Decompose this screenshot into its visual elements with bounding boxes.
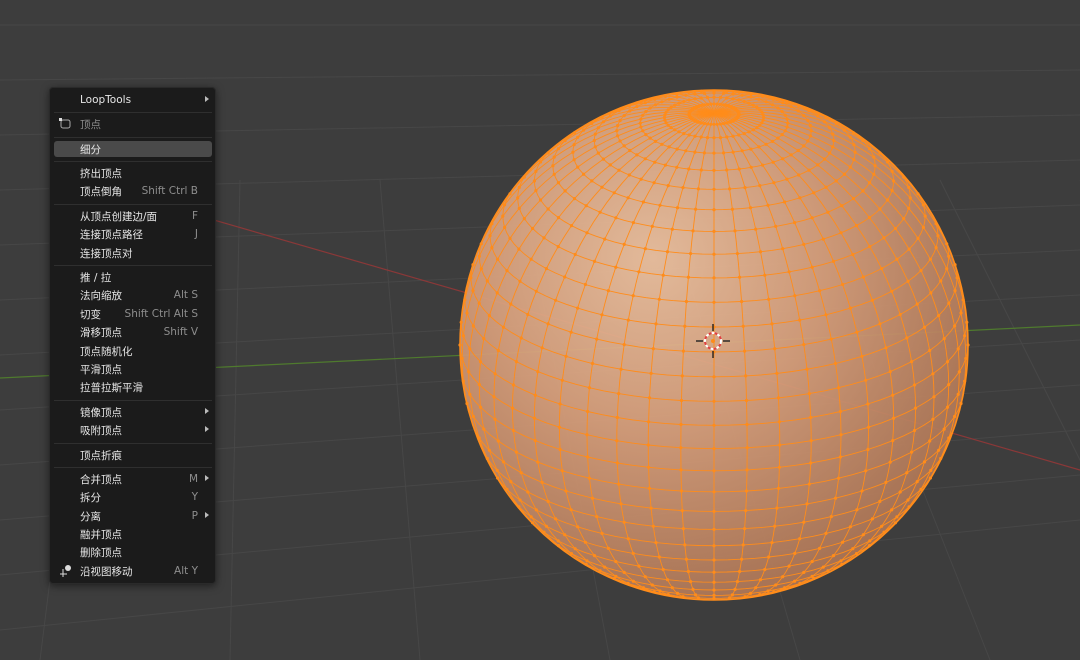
menu-item[interactable]: 顶点随机化 bbox=[54, 343, 212, 359]
menu-item[interactable]: 拉普拉斯平滑 bbox=[54, 379, 212, 395]
menu-item[interactable]: 顶点折痕 bbox=[54, 447, 212, 463]
menu-item-label: 分离 bbox=[80, 510, 101, 523]
menu-item[interactable]: 细分 bbox=[54, 141, 212, 157]
menu-item[interactable]: 法向缩放 Alt S bbox=[54, 287, 212, 303]
slide-view-icon bbox=[60, 565, 71, 577]
menu-item-shortcut: Shift Ctrl Alt S bbox=[124, 308, 198, 320]
menu-separator bbox=[54, 400, 212, 401]
menu-item-label: 切变 bbox=[80, 308, 101, 321]
menu-item[interactable]: 从顶点创建边/面 F bbox=[54, 208, 212, 224]
menu-header-vertex: 顶点 bbox=[54, 116, 212, 132]
menu-item-shortcut: F bbox=[191, 210, 198, 222]
menu-item-shortcut: J bbox=[194, 228, 198, 240]
menu-item-label: 合并顶点 bbox=[80, 473, 122, 486]
menu-item[interactable]: 连接顶点对 bbox=[54, 245, 212, 261]
submenu-arrow-icon bbox=[205, 475, 209, 481]
menu-item[interactable]: 镜像顶点 bbox=[54, 404, 212, 420]
uv-sphere-mesh[interactable] bbox=[458, 89, 970, 601]
menu-item-label: 从顶点创建边/面 bbox=[80, 210, 158, 223]
menu-separator bbox=[54, 137, 212, 138]
menu-item-label: 顶点随机化 bbox=[80, 345, 133, 358]
menu-item[interactable]: 平滑顶点 bbox=[54, 361, 212, 377]
menu-item-label: 删除顶点 bbox=[80, 546, 122, 559]
menu-item-shortcut: Alt S bbox=[173, 289, 198, 301]
menu-item-shortcut: P bbox=[191, 510, 198, 522]
menu-separator bbox=[54, 467, 212, 468]
menu-item-shortcut: Shift V bbox=[163, 326, 198, 338]
menu-item[interactable]: 滑移顶点 Shift V bbox=[54, 324, 212, 340]
menu-item[interactable]: 顶点倒角 Shift Ctrl B bbox=[54, 183, 212, 199]
menu-separator bbox=[54, 443, 212, 444]
menu-item[interactable]: 沿视图移动 Alt Y bbox=[54, 563, 212, 579]
menu-item-label: 顶点倒角 bbox=[80, 185, 122, 198]
menu-item[interactable]: 推 / 拉 bbox=[54, 269, 212, 285]
menu-item-label: 推 / 拉 bbox=[80, 271, 112, 284]
menu-item-label: 顶点 bbox=[80, 118, 101, 131]
submenu-arrow-icon bbox=[205, 408, 209, 414]
menu-item-label: 法向缩放 bbox=[80, 289, 122, 302]
menu-item-label: 拉普拉斯平滑 bbox=[80, 381, 143, 394]
menu-item-label: 挤出顶点 bbox=[80, 167, 122, 180]
menu-item[interactable]: 合并顶点 M bbox=[54, 471, 212, 487]
menu-item-label: 吸附顶点 bbox=[80, 424, 122, 437]
vertex-context-menu: LoopTools 顶点细分挤出顶点顶点倒角 Shift Ctrl B 从顶点创建边/… bbox=[49, 87, 216, 584]
submenu-arrow-icon bbox=[205, 426, 209, 432]
menu-item[interactable]: 融并顶点 bbox=[54, 526, 212, 542]
menu-item-label: 连接顶点对 bbox=[80, 247, 133, 260]
menu-item-label: 滑移顶点 bbox=[80, 326, 122, 339]
menu-separator bbox=[54, 161, 212, 162]
menu-item[interactable]: 拆分 Y bbox=[54, 489, 212, 505]
menu-item[interactable]: 挤出顶点 bbox=[54, 165, 212, 181]
menu-item-shortcut: Alt Y bbox=[174, 565, 198, 577]
menu-item[interactable]: 删除顶点 bbox=[54, 544, 212, 560]
menu-item-shortcut: Y bbox=[191, 491, 198, 503]
menu-item-label: 镜像顶点 bbox=[80, 406, 122, 419]
menu-item-label: 沿视图移动 bbox=[80, 565, 133, 578]
menu-item-label: 连接顶点路径 bbox=[80, 228, 143, 241]
submenu-arrow-icon bbox=[205, 96, 209, 102]
menu-separator bbox=[54, 112, 212, 113]
menu-item-label: LoopTools bbox=[80, 94, 132, 106]
menu-item-label: 拆分 bbox=[80, 491, 101, 504]
menu-item[interactable]: LoopTools bbox=[54, 92, 212, 108]
menu-item-label: 细分 bbox=[80, 143, 101, 156]
menu-item-shortcut: Shift Ctrl B bbox=[141, 185, 198, 197]
menu-item[interactable]: 连接顶点路径 J bbox=[54, 226, 212, 242]
submenu-arrow-icon bbox=[205, 512, 209, 518]
menu-item-label: 平滑顶点 bbox=[80, 363, 122, 376]
menu-separator bbox=[54, 204, 212, 205]
menu-item-label: 融并顶点 bbox=[80, 528, 122, 541]
vertex-select-icon bbox=[59, 118, 71, 129]
menu-item[interactable]: 切变 Shift Ctrl Alt S bbox=[54, 306, 212, 322]
menu-item[interactable]: 吸附顶点 bbox=[54, 422, 212, 438]
menu-item[interactable]: 分离 P bbox=[54, 508, 212, 524]
menu-separator bbox=[54, 265, 212, 266]
menu-item-label: 顶点折痕 bbox=[80, 449, 122, 462]
menu-item-shortcut: M bbox=[188, 473, 198, 485]
